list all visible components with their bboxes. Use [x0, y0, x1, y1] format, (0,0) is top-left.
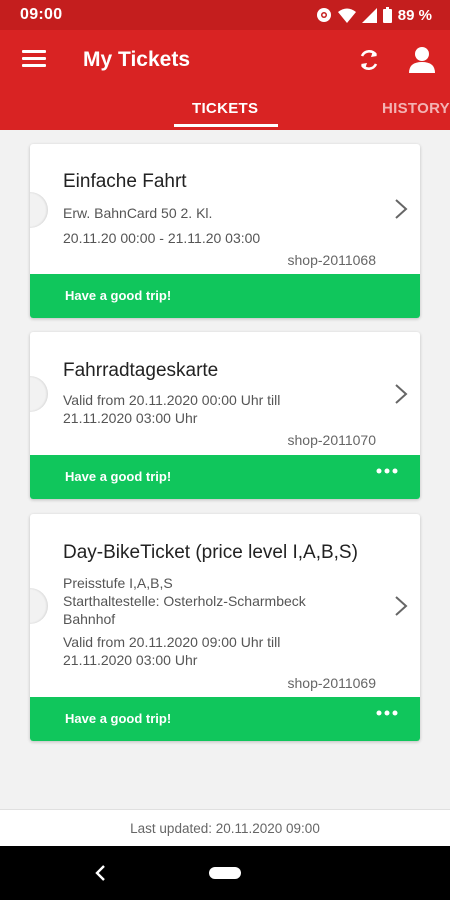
back-icon[interactable] [93, 863, 107, 883]
ticket-code: shop-2011070 [287, 432, 376, 448]
refresh-icon[interactable] [356, 47, 382, 73]
ticket-card[interactable]: Day-BikeTicket (price level I,A,B,S) Pre… [30, 514, 420, 741]
ticket-tariff: Preisstufe I,A,B,S [63, 575, 173, 591]
ticket-message: Have a good trip! [65, 288, 172, 303]
ticket-name: Day-BikeTicket (price level I,A,B,S) [63, 542, 358, 563]
active-tab-indicator [174, 124, 278, 127]
tab-bar: TICKETS HISTORY [0, 98, 450, 130]
ticket-validity: 20.11.20 00:00 - 21.11.20 03:00 [63, 230, 261, 246]
ticket-validity-line: Valid from 20.11.2020 09:00 Uhr till [63, 634, 281, 650]
ticket-name: Einfache Fahrt [63, 171, 187, 192]
chevron-right-icon [395, 384, 408, 404]
system-nav-bar [0, 846, 450, 900]
ticket-notch [30, 588, 48, 624]
ticket-card[interactable]: Einfache Fahrt Erw. BahnCard 50 2. Kl. 2… [30, 144, 420, 318]
ticket-card[interactable]: Fahrradtageskarte Valid from 20.11.2020 … [30, 332, 420, 499]
ticket-detail: Erw. BahnCard 50 2. Kl. [63, 205, 213, 221]
ticket-validity-line: 21.11.2020 03:00 Uhr [63, 410, 198, 426]
status-time: 09:00 [20, 6, 63, 23]
eye-icon [316, 8, 331, 22]
ticket-code: shop-2011068 [287, 252, 376, 268]
home-pill[interactable] [209, 867, 241, 879]
profile-icon[interactable] [407, 44, 437, 74]
page-title: My Tickets [83, 48, 190, 71]
status-icons: 89 % [316, 7, 432, 24]
ticket-status-bar: Have a good trip! [30, 455, 420, 499]
ticket-start-stop-cont: Bahnhof [63, 611, 116, 627]
menu-icon[interactable] [22, 50, 46, 70]
ticket-code: shop-2011069 [287, 675, 376, 691]
ticket-notch [30, 192, 48, 228]
ticket-notch [30, 376, 48, 412]
tab-history[interactable]: HISTORY [382, 100, 450, 117]
last-updated-label: Last updated: 20.11.2020 09:00 [0, 809, 450, 846]
more-options-icon[interactable] [376, 710, 398, 716]
ticket-validity-line: 21.11.2020 03:00 Uhr [63, 652, 198, 668]
ticket-status-bar: Have a good trip! [30, 274, 420, 318]
ticket-status-bar: Have a good trip! [30, 697, 420, 741]
battery-level: 89 % [397, 6, 432, 24]
wifi-icon [337, 8, 356, 23]
ticket-validity-line: Valid from 20.11.2020 00:00 Uhr till [63, 392, 281, 408]
signal-icon [361, 7, 377, 23]
ticket-message: Have a good trip! [65, 711, 172, 726]
ticket-message: Have a good trip! [65, 469, 172, 484]
ticket-start-stop: Starthaltestelle: Osterholz-Scharmbeck [63, 593, 306, 609]
battery-icon [382, 7, 392, 23]
tab-tickets[interactable]: TICKETS [192, 100, 258, 117]
chevron-right-icon [395, 199, 408, 219]
app-bar: My Tickets TICKETS HISTORY [0, 30, 450, 130]
ticket-name: Fahrradtageskarte [63, 360, 219, 381]
status-bar: 09:00 89 % [0, 0, 450, 30]
chevron-right-icon [395, 596, 408, 616]
more-options-icon[interactable] [376, 468, 398, 474]
